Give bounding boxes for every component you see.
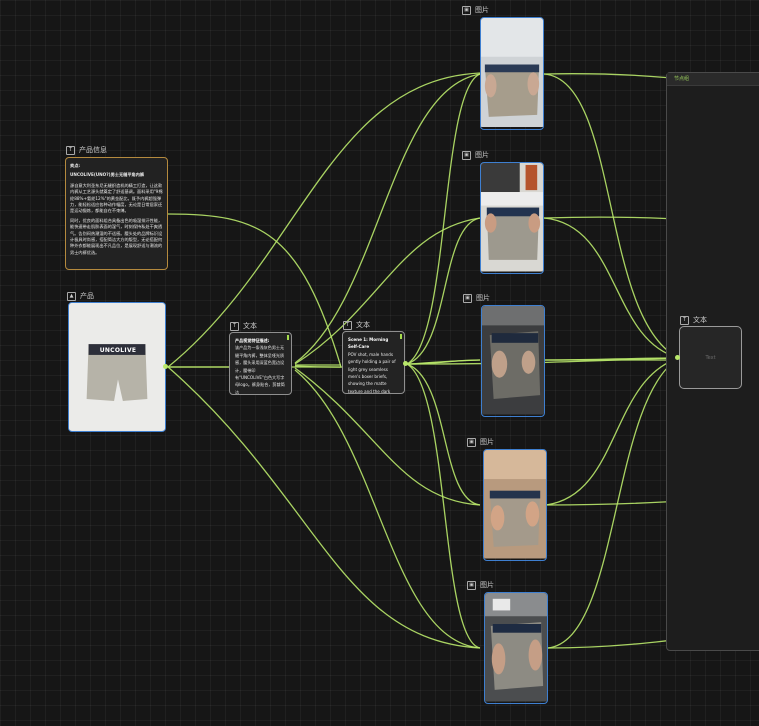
text1-card[interactable]: 产品视觉特征描述: 该产品为一条浅灰色男士无缝平角内裤，整体呈哑光质感，腰头采用… — [229, 332, 292, 395]
product-icon: ▲ — [67, 291, 76, 301]
wire — [543, 73, 680, 359]
text3-card[interactable]: Text — [679, 326, 742, 389]
image-icon: ▣ — [463, 293, 472, 303]
node-group-title: 节点组 — [667, 73, 759, 86]
wire — [406, 363, 481, 649]
wire — [406, 359, 481, 365]
product-node-label: ▲ 产品 — [67, 291, 94, 301]
image2-photo — [481, 163, 543, 272]
output-port[interactable] — [163, 364, 168, 369]
image4-photo — [484, 450, 546, 559]
text1-line: 该产品为一条浅灰色男士无缝平角内裤，整体呈哑光质感，腰头采用深蓝色宽边设计，腰带… — [235, 345, 285, 395]
text-icon: T — [680, 315, 689, 325]
image1-title: 图片 — [475, 6, 489, 14]
image1-photo — [481, 18, 543, 128]
wire — [545, 357, 680, 506]
image1-node-label: ▣ 图片 — [462, 5, 489, 15]
image2-title: 图片 — [475, 151, 489, 159]
wire — [547, 357, 680, 649]
image2-node-label: ▣ 图片 — [462, 150, 489, 160]
wire — [406, 73, 481, 365]
text2-heading: Scene 1: Morning Self-Care — [348, 337, 389, 350]
text-icon: T — [66, 145, 75, 155]
wire — [167, 72, 481, 368]
wire — [543, 217, 680, 359]
text1-title: 文本 — [243, 322, 257, 330]
image4-node-label: ▣ 图片 — [467, 437, 494, 447]
text3-placeholder: Text — [705, 354, 716, 361]
input-port[interactable] — [675, 355, 680, 360]
wire — [294, 73, 481, 364]
wire — [406, 217, 481, 365]
product-image-card[interactable]: UNCOLIVE — [68, 302, 166, 432]
image5-node-label: ▣ 图片 — [467, 580, 494, 590]
text2-node-label: T 文本 — [343, 320, 370, 330]
image4-card[interactable] — [483, 449, 547, 561]
info-line: 卖点: — [70, 163, 81, 168]
image3-photo — [482, 306, 544, 415]
product-info-title: 产品信息 — [79, 146, 107, 154]
text-icon: T — [343, 320, 352, 330]
product-photo — [69, 303, 165, 431]
image-icon: ▣ — [467, 580, 476, 590]
image4-title: 图片 — [480, 438, 494, 446]
image-icon: ▣ — [467, 437, 476, 447]
product-info-node-label: T 产品信息 — [66, 145, 107, 155]
text1-node-label: T 文本 — [230, 321, 257, 331]
wire — [543, 357, 680, 361]
text3-node-label: T 文本 — [680, 315, 707, 325]
image3-node-label: ▣ 图片 — [463, 293, 490, 303]
text-icon: T — [230, 321, 239, 331]
output-port[interactable] — [403, 361, 408, 366]
image2-card[interactable] — [480, 162, 544, 274]
text2-card[interactable]: Scene 1: Morning Self-Care POV shot, mal… — [342, 331, 405, 394]
wire — [167, 366, 481, 649]
image3-title: 图片 — [476, 294, 490, 302]
text2-title: 文本 — [356, 321, 370, 329]
image5-photo — [485, 593, 547, 702]
image5-title: 图片 — [480, 581, 494, 589]
product-title: 产品 — [80, 292, 94, 300]
wire — [294, 369, 481, 649]
info-line: 同时，优良的面料组合具备出色的吸湿排汗性能，能快速带走肌肤表面的湿气，时刻保持私… — [70, 217, 163, 255]
image5-card[interactable] — [484, 592, 548, 704]
wire — [406, 363, 481, 506]
image3-card[interactable] — [481, 305, 545, 417]
card-accent — [400, 334, 402, 339]
text2-body: POV shot, male hands gently holding a pa… — [348, 351, 396, 394]
text3-title: 文本 — [693, 316, 707, 324]
image-icon: ▣ — [462, 5, 471, 15]
product-brand-label: UNCOLIVE — [99, 347, 137, 354]
info-line: 源自意大利圣东尼无缝织造机的精工打造，让这款内裤从工艺源头就奠定了舒适基调。面料… — [70, 182, 163, 214]
info-line: UNCOLIVE(UNO?)男士无缝平角内裤 — [70, 172, 145, 178]
image1-card[interactable] — [480, 17, 544, 130]
card-accent — [287, 335, 289, 340]
product-info-card[interactable]: 卖点: UNCOLIVE(UNO?)男士无缝平角内裤 源自意大利圣东尼无缝织造机… — [65, 157, 168, 270]
text1-line: 产品视觉特征描述: — [235, 338, 270, 343]
image-icon: ▣ — [462, 150, 471, 160]
